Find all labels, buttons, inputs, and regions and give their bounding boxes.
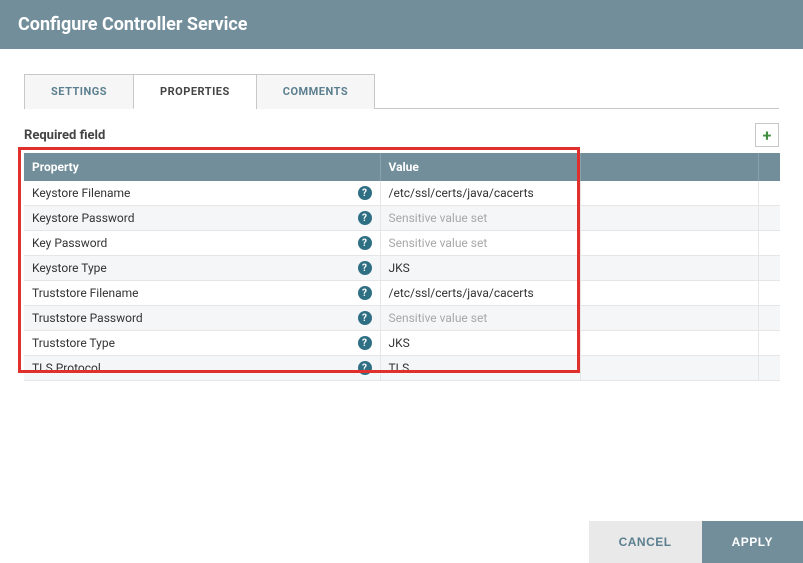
value-cell[interactable]: Sensitive value set — [380, 306, 580, 331]
help-icon[interactable]: ? — [358, 286, 372, 300]
value-cell[interactable]: Sensitive value set — [380, 206, 580, 231]
extra-cell-1 — [580, 256, 758, 281]
property-cell: Keystore Password? — [24, 206, 380, 231]
property-value: /etc/ssl/certs/java/cacerts — [389, 186, 534, 200]
help-icon[interactable]: ? — [358, 211, 372, 225]
property-value: Sensitive value set — [389, 211, 488, 225]
help-icon[interactable]: ? — [358, 261, 372, 275]
table-row[interactable]: Truststore Password? Sensitive value set — [24, 306, 780, 331]
property-name: Truststore Password — [32, 311, 143, 325]
extra-cell-2 — [758, 306, 780, 331]
subhead-row: Required field + — [24, 123, 779, 147]
help-icon[interactable]: ? — [358, 236, 372, 250]
property-cell: Keystore Type? — [24, 256, 380, 281]
table-body: Keystore Filename? /etc/ssl/certs/java/ca… — [24, 181, 780, 381]
property-name: Keystore Type — [32, 261, 107, 275]
extra-cell-1 — [580, 206, 758, 231]
extra-cell-1 — [580, 281, 758, 306]
table-row[interactable]: Keystore Password? Sensitive value set — [24, 206, 780, 231]
extra-cell-2 — [758, 281, 780, 306]
properties-table: Property Value Keystore Filename? /etc/ss… — [24, 153, 780, 381]
extra-cell-2 — [758, 356, 780, 381]
value-cell[interactable]: TLS — [380, 356, 580, 381]
value-cell[interactable]: JKS — [380, 331, 580, 356]
cancel-button[interactable]: CANCEL — [589, 521, 702, 563]
property-cell: Key Password? — [24, 231, 380, 256]
property-name: Truststore Type — [32, 336, 115, 350]
add-property-button[interactable]: + — [755, 123, 779, 147]
property-cell: Truststore Password? — [24, 306, 380, 331]
property-value: Sensitive value set — [389, 311, 488, 325]
dialog-content: SETTINGSPROPERTIESCOMMENTS Required fiel… — [0, 49, 803, 521]
apply-button[interactable]: APPLY — [702, 521, 803, 563]
table-row[interactable]: Truststore Type? JKS — [24, 331, 780, 356]
extra-cell-1 — [580, 331, 758, 356]
tab-comments[interactable]: COMMENTS — [256, 74, 375, 109]
table-row[interactable]: Keystore Filename? /etc/ssl/certs/java/ca… — [24, 181, 780, 206]
property-value: TLS — [389, 361, 410, 375]
property-value: Sensitive value set — [389, 236, 488, 250]
property-value: JKS — [389, 336, 410, 350]
extra-cell-1 — [580, 356, 758, 381]
value-cell[interactable]: /etc/ssl/certs/java/cacerts — [380, 181, 580, 206]
help-icon[interactable]: ? — [358, 336, 372, 350]
tab-properties[interactable]: PROPERTIES — [133, 74, 257, 109]
property-name: Key Password — [32, 236, 107, 250]
extra-cell-1 — [580, 306, 758, 331]
property-name: Keystore Filename — [32, 186, 130, 200]
extra-cell-1 — [580, 231, 758, 256]
property-name: Keystore Password — [32, 211, 135, 225]
table-header-row: Property Value — [24, 153, 780, 181]
dialog-footer: CANCEL APPLY — [0, 521, 803, 563]
extra-cell-2 — [758, 206, 780, 231]
property-cell: Truststore Type? — [24, 331, 380, 356]
value-cell[interactable]: /etc/ssl/certs/java/cacerts — [380, 281, 580, 306]
extra-cell-2 — [758, 331, 780, 356]
col-property: Property — [24, 153, 380, 181]
extra-cell-2 — [758, 181, 780, 206]
plus-icon: + — [763, 126, 772, 145]
col-extra-2 — [758, 153, 780, 181]
property-value: /etc/ssl/certs/java/cacerts — [389, 286, 534, 300]
property-cell: Truststore Filename? — [24, 281, 380, 306]
property-value: JKS — [389, 261, 410, 275]
extra-cell-2 — [758, 256, 780, 281]
help-icon[interactable]: ? — [358, 186, 372, 200]
required-field-label: Required field — [24, 128, 105, 143]
value-cell[interactable]: JKS — [380, 256, 580, 281]
property-name: Truststore Filename — [32, 286, 139, 300]
extra-cell-2 — [758, 231, 780, 256]
table-wrapper: Property Value Keystore Filename? /etc/ss… — [24, 153, 779, 381]
property-name: TLS Protocol — [32, 361, 101, 375]
col-value: Value — [380, 153, 580, 181]
extra-cell-1 — [580, 181, 758, 206]
value-cell[interactable]: Sensitive value set — [380, 231, 580, 256]
property-cell: TLS Protocol? — [24, 356, 380, 381]
table-row[interactable]: TLS Protocol? TLS — [24, 356, 780, 381]
property-cell: Keystore Filename? — [24, 181, 380, 206]
tabs-row: SETTINGSPROPERTIESCOMMENTS — [24, 73, 779, 109]
help-icon[interactable]: ? — [358, 361, 372, 375]
table-row[interactable]: Keystore Type? JKS — [24, 256, 780, 281]
table-row[interactable]: Truststore Filename? /etc/ssl/certs/java/… — [24, 281, 780, 306]
table-row[interactable]: Key Password? Sensitive value set — [24, 231, 780, 256]
col-extra-1 — [580, 153, 758, 181]
dialog-title: Configure Controller Service — [0, 0, 803, 49]
tab-settings[interactable]: SETTINGS — [24, 74, 134, 109]
help-icon[interactable]: ? — [358, 311, 372, 325]
